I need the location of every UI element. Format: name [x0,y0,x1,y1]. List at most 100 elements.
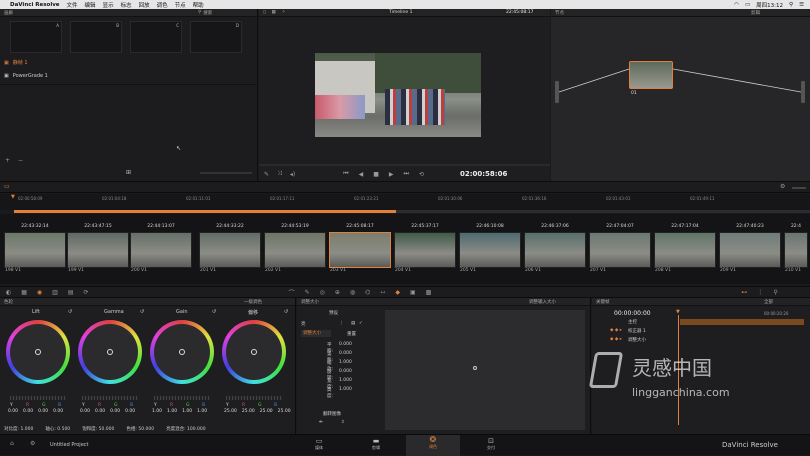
home-icon[interactable]: ⌂ [10,440,14,447]
battery-icon[interactable]: ▭ [745,2,750,8]
pivot-readout[interactable]: 轴心: 0.500 [45,426,70,432]
flip-h-icon[interactable]: ⇹ [319,420,323,425]
wheel-puck[interactable] [179,349,185,355]
timeline-settings-icon[interactable]: ⚙ [780,183,785,190]
hue-readout[interactable]: 色相: 50.000 [126,426,154,432]
resize-section-tab[interactable]: 调整大小 [301,330,331,337]
corrector-node-01[interactable] [629,61,673,89]
wheel-value[interactable]: 25.00 [224,409,237,414]
wheel-puck[interactable] [251,349,257,355]
gallery-search-icon[interactable]: ⚲ [198,10,201,15]
clip-thumbnail[interactable] [199,232,261,268]
clip-thumbnail[interactable] [394,232,456,268]
eyedropper-icon[interactable]: ✎ [264,171,269,178]
color-match-icon[interactable]: ▦ [21,289,27,296]
master-wheel-slider[interactable] [82,396,138,400]
wheels-mode[interactable]: 一级调色 [244,299,262,305]
wheel-reset-icon[interactable]: ↺ [140,309,144,315]
camera-raw-icon[interactable]: ◐ [6,289,11,296]
wheel-value[interactable]: 0.00 [110,409,120,414]
menu-nodes[interactable]: 节点 [175,1,186,9]
param-value[interactable]: 1.000 [339,360,352,365]
wheel-reset-icon[interactable]: ↺ [68,309,72,315]
curves-icon[interactable]: ⌒ [289,288,295,297]
wheel-puck[interactable] [35,349,41,355]
preview-center-point[interactable] [473,366,477,370]
tracker-icon[interactable]: ⊕ [335,289,340,296]
keyframe-master-track[interactable] [680,319,804,325]
viewer-scrubber[interactable] [259,164,550,166]
clip-thumbnail[interactable] [524,232,586,268]
clip-thumbnail[interactable] [264,232,326,268]
saturation-readout[interactable]: 饱和度: 50.000 [82,426,114,432]
viewer-grid-icon[interactable]: ▦ [271,10,275,15]
wheel-value[interactable]: 0.00 [125,409,135,414]
wheel-value[interactable]: 1.00 [152,409,162,414]
app-menu[interactable]: DaVinci Resolve [10,2,60,8]
clip-thumbnail[interactable] [784,232,808,268]
stills-album[interactable]: ▣ 静帧 1 [4,59,28,67]
clip-thumbnail[interactable] [589,232,651,268]
clip-thumbnail[interactable] [654,232,716,268]
mode-value[interactable]: 亮 [301,321,306,327]
wheel-value[interactable]: 0.00 [23,409,33,414]
powergrade-album[interactable]: ▣ PowerGrade 1 [4,73,48,79]
clip-thumbnail[interactable] [67,232,129,268]
wheel-value[interactable]: 1.00 [197,409,207,414]
wheel-value[interactable]: 1.00 [182,409,192,414]
master-wheel-slider[interactable] [10,396,66,400]
master-wheel-slider[interactable] [154,396,210,400]
motion-effects-icon[interactable]: ⟳ [84,289,89,296]
gallery-slot-b[interactable]: B [70,21,122,53]
play-reverse-button[interactable]: ◀ [359,171,364,178]
viewer-tool-icon[interactable]: ✧ [282,10,286,15]
play-button[interactable]: ▶ [389,171,394,178]
settings-gear-icon[interactable]: ⚙ [30,440,35,447]
param-value[interactable]: 0.000 [339,369,352,374]
remove-album-button[interactable]: − [18,157,23,164]
rgb-mixer-icon[interactable]: ▤ [68,289,74,296]
wheel-value[interactable]: 25.00 [260,409,273,414]
menu-mark[interactable]: 标志 [121,1,132,9]
wheel-value[interactable]: 0.00 [80,409,90,414]
menu-file[interactable]: 文件 [67,1,78,9]
param-value[interactable]: 1.000 [339,387,352,392]
clip-thumbnail[interactable] [719,232,781,268]
wheel-value[interactable]: 0.00 [8,409,18,414]
menu-edit[interactable]: 编辑 [85,1,96,9]
wheel-value[interactable]: 0.00 [38,409,48,414]
contrast-readout[interactable]: 对比度: 1.000 [4,426,33,432]
page-tab-color[interactable]: ❂ 调色 [406,435,460,456]
menu-playback[interactable]: 回放 [139,1,150,9]
wheel-reset-icon[interactable]: ↺ [284,309,288,315]
viewer-mode-icon[interactable]: ▯ [263,10,265,15]
param-value[interactable]: 0.000 [339,342,352,347]
wheel-value[interactable]: 0.00 [95,409,105,414]
timeline-name[interactable]: Timeline 1 [389,10,412,15]
clip-thumbnail[interactable] [130,232,192,268]
keyframe-expand-icon[interactable]: ◆ ◆ ▸ [610,328,622,333]
qualifier-icon[interactable]: ✎ [305,289,310,296]
color-wheels-icon[interactable]: ◉ [37,289,42,296]
clip-thumbnail[interactable] [329,232,391,268]
flip-v-icon[interactable]: ⇳ [341,420,345,425]
menubar-clock[interactable]: 周四13:12 [756,1,783,9]
preset-apply-icon[interactable]: ✓ [359,321,363,326]
menu-list-icon[interactable]: ☰ [799,2,804,8]
view-toggle-icon[interactable]: ⊞ [126,169,131,176]
clip-thumbnail[interactable] [4,232,66,268]
keyframe-row-resize[interactable]: 调整大小 [628,337,646,343]
gallery-slot-c[interactable]: C [130,21,182,53]
shuffle-icon[interactable]: ⤨ [277,170,282,178]
3d-label-icon[interactable]: ▩ [426,289,432,296]
preset-more-icon[interactable]: ⋮ [339,321,344,326]
audio-icon[interactable]: ◂) [290,171,295,178]
search-icon[interactable]: ⚲ [789,2,793,8]
wifi-icon[interactable]: ◠ [734,2,739,8]
page-tab-edit[interactable]: ▬ 剪辑 [363,437,389,455]
clip-thumbnail[interactable] [459,232,521,268]
wheel-reset-icon[interactable]: ↺ [212,309,216,315]
playhead-marker[interactable]: ▼ [11,194,15,200]
clips-toggle-icon[interactable]: ▭ [4,183,10,190]
wheel-puck[interactable] [107,349,113,355]
